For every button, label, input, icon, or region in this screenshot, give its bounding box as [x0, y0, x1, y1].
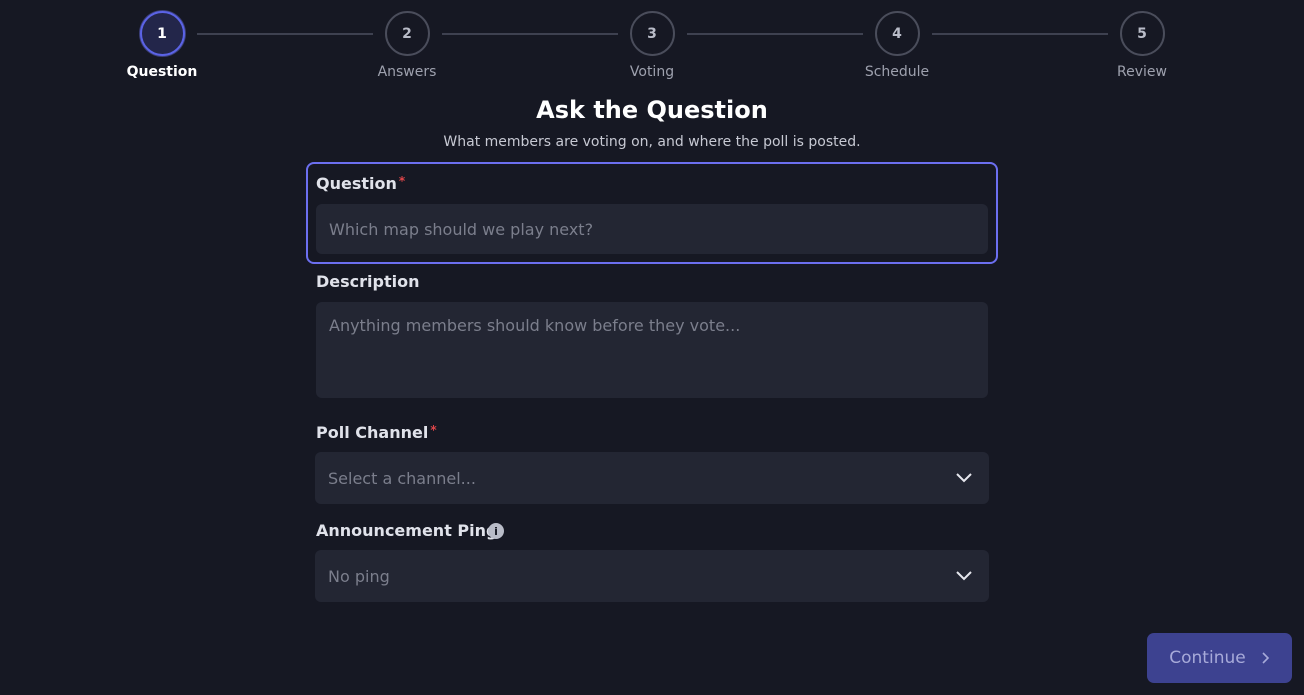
step-voting[interactable]: 3 Voting	[602, 11, 702, 80]
chevron-down-icon	[956, 473, 972, 483]
page-subtitle: What members are voting on, and where th…	[443, 134, 861, 150]
question-label-text: Question	[316, 174, 397, 193]
chevron-right-icon	[1262, 652, 1269, 664]
step-label: Review	[1117, 64, 1167, 80]
step-number: 1	[139, 11, 185, 56]
stepper: 1 Question 2 Answers 3 Voting 4 Schedule…	[0, 11, 1304, 91]
step-label: Schedule	[864, 64, 930, 80]
announcement-ping-value: No ping	[328, 566, 390, 586]
description-textarea[interactable]	[316, 302, 988, 398]
step-label: Question	[126, 64, 198, 80]
page-title: Ask the Question	[536, 96, 768, 124]
step-label: Answers	[377, 64, 437, 80]
announcement-ping-label: Announcement Ping	[316, 521, 498, 540]
step-connector	[197, 33, 373, 35]
step-number: 4	[874, 11, 920, 56]
poll-channel-label-text: Poll Channel	[316, 423, 429, 442]
step-number: 3	[629, 11, 675, 56]
step-answers[interactable]: 2 Answers	[357, 11, 457, 80]
poll-wizard-page: 1 Question 2 Answers 3 Voting 4 Schedule…	[0, 0, 1304, 695]
question-label: Question *	[316, 174, 405, 193]
description-label: Description	[316, 272, 420, 291]
required-marker: *	[430, 423, 437, 437]
announcement-ping-select[interactable]: No ping	[315, 550, 989, 602]
chevron-down-icon	[956, 571, 972, 581]
step-connector	[932, 33, 1108, 35]
poll-channel-select[interactable]: Select a channel...	[315, 452, 989, 504]
step-connector	[687, 33, 863, 35]
step-number: 2	[384, 11, 430, 56]
info-icon[interactable]: i	[488, 523, 504, 539]
step-label: Voting	[629, 64, 675, 80]
step-review[interactable]: 5 Review	[1092, 11, 1192, 80]
poll-channel-value: Select a channel...	[328, 468, 476, 488]
step-number: 5	[1119, 11, 1165, 56]
continue-label: Continue	[1169, 648, 1246, 668]
continue-button[interactable]: Continue	[1147, 633, 1292, 683]
poll-channel-label: Poll Channel *	[316, 423, 437, 442]
step-question[interactable]: 1 Question	[112, 11, 212, 80]
step-schedule[interactable]: 4 Schedule	[847, 11, 947, 80]
step-connector	[442, 33, 618, 35]
required-marker: *	[398, 174, 406, 188]
question-input[interactable]	[316, 204, 988, 254]
